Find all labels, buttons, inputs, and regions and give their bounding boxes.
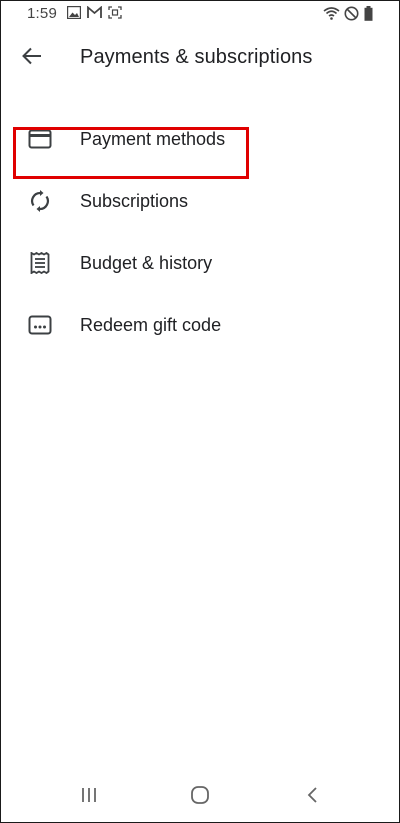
status-bar: 1:59 xyxy=(0,0,400,28)
receipt-icon xyxy=(27,250,53,276)
menu-item-label: Budget & history xyxy=(80,252,213,273)
menu-item-label: Payment methods xyxy=(80,128,226,149)
menu-item-subscriptions[interactable]: Subscriptions xyxy=(0,170,400,232)
status-time: 1:59 xyxy=(27,5,57,22)
do-not-disturb-icon xyxy=(344,6,359,26)
sync-icon xyxy=(27,188,53,214)
home-button[interactable] xyxy=(180,783,220,811)
page-title: Payments & subscriptions xyxy=(80,46,313,68)
back-icon xyxy=(306,786,320,809)
screenshot-icon xyxy=(108,6,122,24)
menu-item-payment-methods[interactable]: Payment methods xyxy=(0,108,400,170)
recents-icon xyxy=(80,786,98,809)
credit-card-icon xyxy=(27,126,53,152)
image-icon xyxy=(66,5,82,24)
menu-item-budget-history[interactable]: Budget & history xyxy=(0,232,400,294)
home-icon xyxy=(190,785,210,810)
menu-item-redeem-gift-code[interactable]: Redeem gift code xyxy=(0,294,400,356)
arrow-back-icon xyxy=(22,47,42,70)
nav-back-button[interactable] xyxy=(293,783,333,811)
gmail-icon xyxy=(87,5,102,24)
battery-icon xyxy=(364,6,373,26)
menu-item-label: Subscriptions xyxy=(80,190,189,211)
gift-code-icon xyxy=(27,312,53,338)
app-bar: Payments & subscriptions xyxy=(0,28,400,88)
recents-button[interactable] xyxy=(69,783,109,811)
back-button[interactable] xyxy=(16,44,48,72)
menu-item-label: Redeem gift code xyxy=(80,314,222,335)
menu-list: Payment methods Subscriptions Budget & h… xyxy=(0,108,400,356)
wifi-icon xyxy=(323,6,340,25)
system-nav-bar xyxy=(0,775,400,819)
